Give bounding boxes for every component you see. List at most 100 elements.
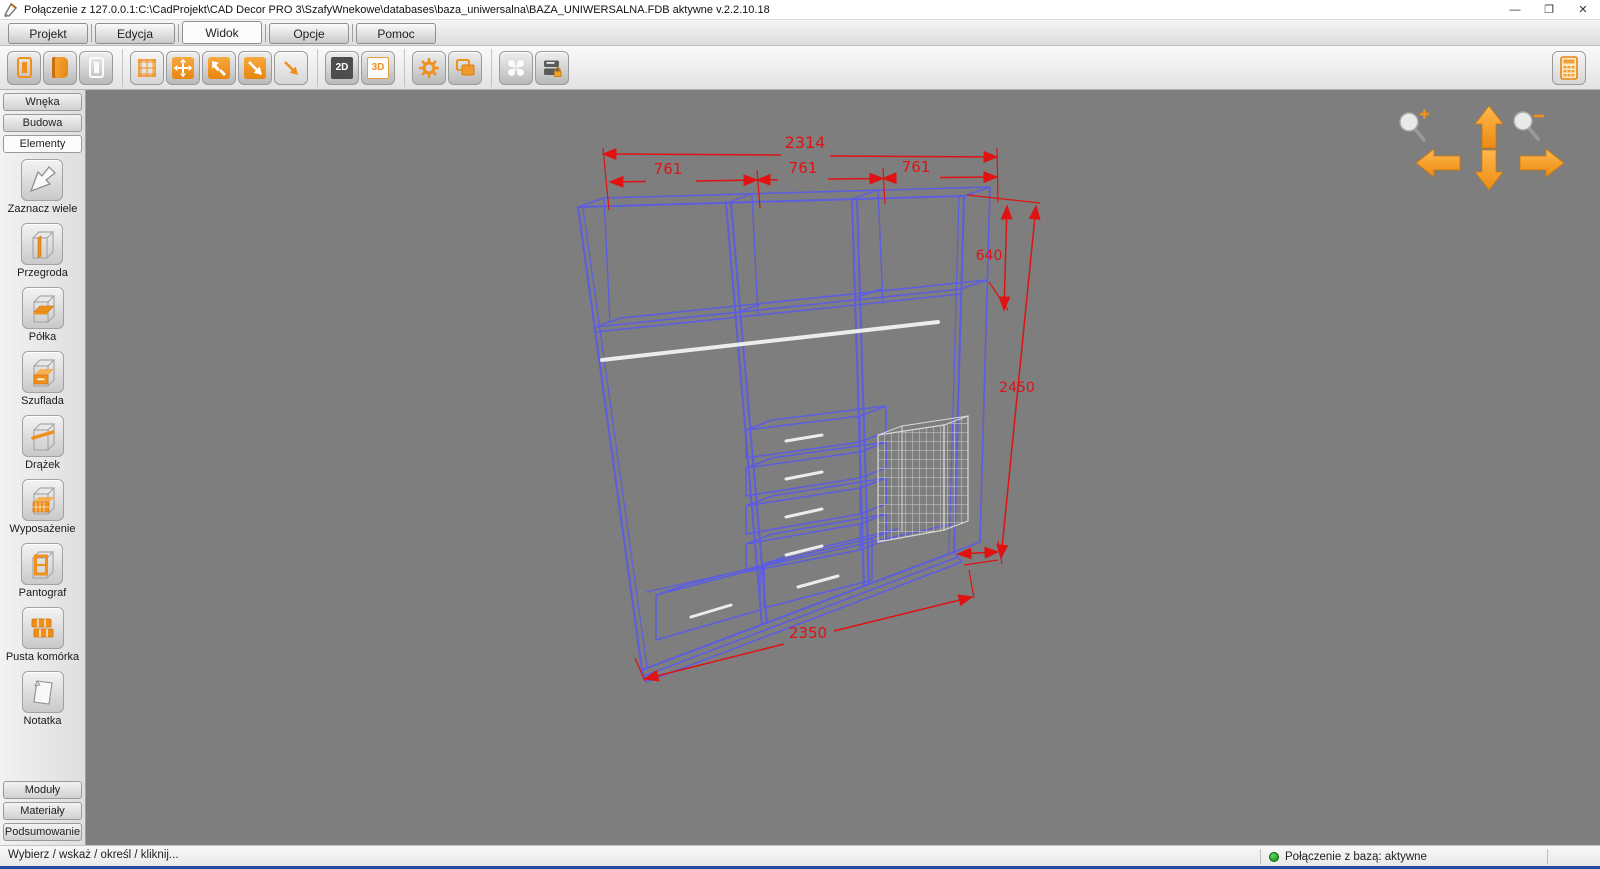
empty-cell-icon [31, 618, 53, 638]
wardrobe-solid-button[interactable] [43, 50, 77, 85]
layers-icon [456, 58, 475, 75]
zoom-window-button[interactable] [238, 50, 272, 85]
dim-total-height: 2450 [999, 380, 1035, 396]
settings-button[interactable] [412, 50, 446, 85]
partition-icon [32, 231, 55, 259]
zoom-window-icon [244, 56, 266, 79]
wardrobe-panel-icon [16, 57, 32, 78]
zoom-out-icon[interactable] [1513, 111, 1544, 141]
settings-gear-icon [419, 57, 439, 78]
tool-przegroda[interactable]: Przegroda [17, 223, 68, 287]
status-separator [1260, 849, 1261, 864]
main-area: Wnęka Budowa Elementy Zaznacz wiele Prze… [0, 90, 1600, 845]
tab-opcje[interactable]: Opcje [269, 23, 349, 44]
wardrobe-outline-button[interactable] [79, 50, 113, 85]
tool-pantograf[interactable]: Pantograf [19, 543, 66, 607]
tool-zaznacz-wiele[interactable]: Zaznacz wiele [8, 159, 77, 223]
dim-section-3: 761 [902, 158, 931, 176]
wire-basket [877, 415, 969, 543]
restore-button[interactable]: ❐ [1532, 0, 1566, 20]
select-many-icon [30, 166, 57, 193]
dimension-labels: 2314 761 761 761 640 2450 2350 [654, 133, 1035, 642]
calculator-button[interactable] [1552, 50, 1586, 85]
tab-separator [265, 24, 266, 42]
sidebar-tools: Zaznacz wiele Przegroda Półka Szuflada D… [0, 159, 85, 735]
connection-ok-icon [1269, 851, 1279, 862]
pan-down-icon[interactable] [1474, 149, 1504, 191]
minimize-button[interactable]: — [1498, 0, 1532, 20]
toolbar-separator [491, 48, 492, 87]
tab-separator [91, 24, 92, 42]
tab-pomoc[interactable]: Pomoc [356, 23, 436, 44]
drawing-canvas[interactable]: 2314 761 761 761 640 2450 2350 [86, 90, 1600, 845]
close-button[interactable]: ✕ [1566, 0, 1600, 20]
pan-up-icon[interactable] [1474, 105, 1504, 149]
status-bar: Wybierz / wskaż / określ / kliknij... Po… [0, 845, 1600, 866]
shelf-icon [32, 295, 55, 323]
center-view-icon [508, 59, 524, 76]
wardrobe-outline-icon [88, 57, 104, 78]
toolbar-separator [317, 48, 318, 87]
app-logo-icon [3, 2, 18, 17]
tab-widok[interactable]: Widok [182, 21, 262, 44]
view-2d-icon: 2D [331, 56, 353, 79]
tab-separator [178, 24, 179, 42]
tool-szuflada[interactable]: Szuflada [21, 351, 64, 415]
zoom-extents-button[interactable] [274, 50, 308, 85]
tool-drazek[interactable]: Drążek [21, 415, 64, 479]
toolbar-separator [404, 48, 405, 87]
pan-right-icon[interactable] [1519, 148, 1565, 178]
dim-top-height: 640 [976, 248, 1003, 264]
sidebar-tab-elementy[interactable]: Elementy [3, 135, 82, 153]
fit-view-icon [172, 56, 194, 79]
layers-button[interactable] [448, 50, 482, 85]
status-separator [1546, 849, 1548, 864]
tool-pusta-komorka[interactable]: Pusta komórka [6, 607, 79, 671]
note-icon [32, 680, 53, 705]
center-view-button[interactable] [499, 50, 533, 85]
tab-projekt[interactable]: Projekt [8, 23, 88, 44]
zoom-in-icon[interactable] [1399, 109, 1429, 142]
sidebar-tab-materialy[interactable]: Materiały [3, 802, 82, 820]
connection-status: Połączenie z bazą: aktywne [1252, 846, 1556, 867]
dim-total-width: 2314 [785, 133, 826, 152]
title-bar: Połączenie z 127.0.0.1:C:\CadProjekt\CAD… [0, 0, 1600, 20]
edit-selection-icon [208, 56, 230, 79]
dim-bottom-width: 2350 [789, 624, 827, 642]
fit-view-button[interactable] [166, 50, 200, 85]
toolbar: 2D 3D [0, 46, 1600, 90]
tool-notatka[interactable]: Notatka [21, 671, 64, 735]
tool-wyposazenie[interactable]: Wyposażenie [10, 479, 75, 543]
rod-icon [30, 423, 55, 451]
menu-tab-row: Projekt Edycja Widok Opcje Pomoc [0, 20, 1600, 46]
sidebar-tab-podsumowanie[interactable]: Podsumowanie [3, 823, 82, 841]
sidebar-tab-budowa[interactable]: Budowa [3, 114, 82, 132]
dim-section-1: 761 [654, 160, 683, 178]
wardrobe-panel-button[interactable] [7, 50, 41, 85]
zoom-extents-icon [284, 60, 298, 75]
tab-separator [352, 24, 353, 42]
edit-selection-button[interactable] [202, 50, 236, 85]
view-3d-icon: 3D [367, 56, 389, 79]
nav-widget [1415, 105, 1565, 191]
grid-view-icon [138, 58, 156, 77]
tool-polka[interactable]: Półka [21, 287, 64, 351]
pantograph-icon [32, 551, 55, 579]
sidebar: Wnęka Budowa Elementy Zaznacz wiele Prze… [0, 90, 86, 845]
dim-section-2: 761 [789, 159, 818, 177]
pan-left-icon[interactable] [1415, 148, 1461, 178]
connection-status-text: Połączenie z bazą: aktywne [1285, 850, 1427, 863]
toolbar-separator [122, 48, 123, 87]
sidebar-tab-wneka[interactable]: Wnęka [3, 93, 82, 111]
status-hint: Wybierz / wskaż / określ / kliknij... [8, 849, 179, 861]
save-database-button[interactable] [535, 50, 569, 85]
calculator-icon [1560, 55, 1578, 80]
drawer-icon [32, 359, 55, 387]
view-2d-button[interactable]: 2D [325, 50, 359, 85]
equipment-icon [32, 487, 55, 515]
sidebar-tab-moduly[interactable]: Moduły [3, 781, 82, 799]
grid-view-button[interactable] [130, 50, 164, 85]
wardrobe-wireframe-view: 2314 761 761 761 640 2450 2350 [576, 105, 1565, 683]
view-3d-button[interactable]: 3D [361, 50, 395, 85]
tab-edycja[interactable]: Edycja [95, 23, 175, 44]
